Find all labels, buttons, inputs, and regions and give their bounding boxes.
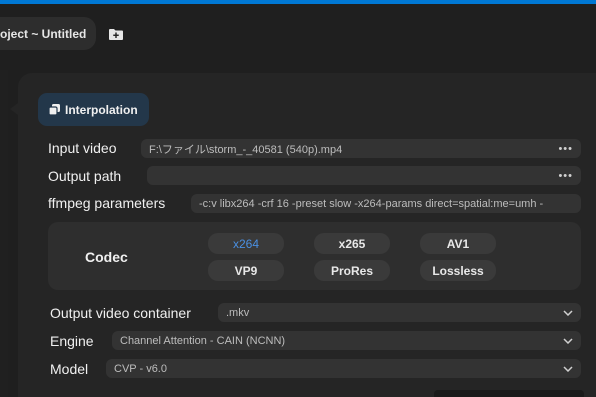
ffmpeg-parameters-input[interactable]: -c:v libx264 -crf 16 -preset slow -x264-… bbox=[191, 194, 581, 213]
input-video-browse-button[interactable]: ••• bbox=[558, 139, 573, 158]
panel-pointer bbox=[10, 103, 18, 115]
chevron-down-icon bbox=[563, 303, 573, 322]
model-value: CVP - v6.0 bbox=[114, 362, 167, 375]
codec-x264-button[interactable]: x264 bbox=[208, 233, 284, 254]
project-tab-label: oject ~ Untitled bbox=[0, 26, 87, 41]
ffmpeg-parameters-value: -c:v libx264 -crf 16 -preset slow -x264-… bbox=[199, 197, 544, 210]
codec-vp9-button[interactable]: VP9 bbox=[208, 260, 284, 281]
copy-icon bbox=[48, 103, 61, 116]
input-video-field[interactable]: F:\ファイル\storm_-_40581 (540p).mp4 ••• bbox=[141, 139, 581, 158]
chevron-down-icon bbox=[563, 359, 573, 378]
engine-label: Engine bbox=[50, 333, 94, 349]
output-path-label: Output path bbox=[48, 168, 122, 184]
model-select[interactable]: CVP - v6.0 bbox=[106, 359, 581, 378]
interpolation-badge-label: Interpolation bbox=[65, 102, 138, 117]
interpolation-badge[interactable]: Interpolation bbox=[38, 93, 149, 126]
codec-av1-button[interactable]: AV1 bbox=[420, 233, 496, 254]
ffmpeg-parameters-label: ffmpeg parameters bbox=[48, 195, 166, 211]
input-video-value: F:\ファイル\storm_-_40581 (540p).mp4 bbox=[149, 143, 343, 156]
output-container-label: Output video container bbox=[50, 305, 191, 321]
left-gutter bbox=[0, 70, 8, 397]
project-tab[interactable]: oject ~ Untitled bbox=[0, 17, 96, 50]
codec-prores-button[interactable]: ProRes bbox=[314, 260, 390, 281]
add-project-button[interactable] bbox=[106, 24, 126, 44]
input-video-label: Input video bbox=[48, 140, 117, 156]
codec-label: Codec bbox=[85, 249, 128, 265]
output-path-field[interactable]: ••• bbox=[147, 166, 581, 185]
folder-plus-icon bbox=[109, 29, 123, 40]
bottom-partial-element bbox=[434, 390, 584, 397]
chevron-down-icon bbox=[563, 331, 573, 350]
engine-select[interactable]: Channel Attention - CAIN (NCNN) bbox=[112, 331, 581, 350]
accent-top-bar bbox=[0, 0, 596, 4]
output-path-browse-button[interactable]: ••• bbox=[558, 166, 573, 185]
codec-x265-button[interactable]: x265 bbox=[314, 233, 390, 254]
engine-value: Channel Attention - CAIN (NCNN) bbox=[120, 334, 286, 347]
output-container-value: .mkv bbox=[226, 306, 250, 319]
model-label: Model bbox=[50, 361, 89, 377]
codec-lossless-button[interactable]: Lossless bbox=[420, 260, 496, 281]
output-container-select[interactable]: .mkv bbox=[218, 303, 581, 322]
